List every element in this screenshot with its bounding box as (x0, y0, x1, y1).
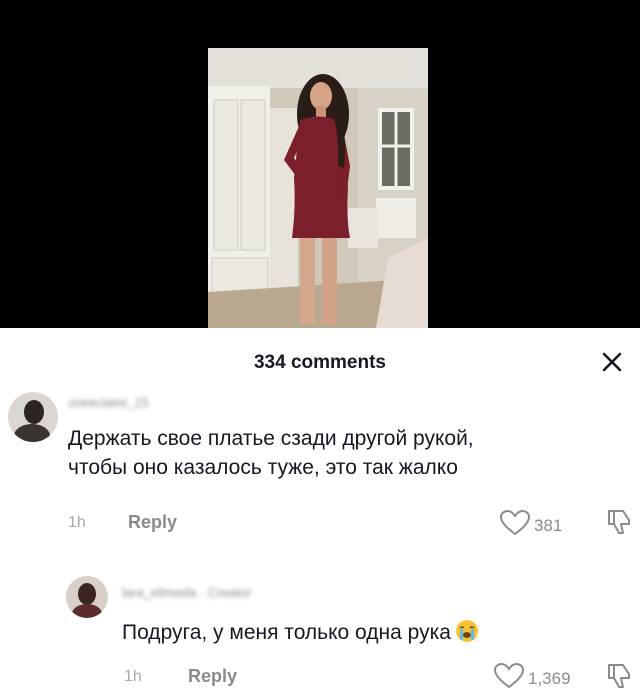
heart-icon (493, 662, 525, 694)
dislike-icon[interactable] (606, 508, 632, 541)
like-count: 381 (534, 515, 563, 535)
video-frame (208, 48, 428, 328)
reply-button[interactable]: Reply (128, 512, 177, 533)
close-icon[interactable] (598, 348, 626, 376)
comment-username[interactable]: zoeeclaire_15 (68, 396, 149, 410)
comments-count-title: 334 comments (253, 352, 386, 373)
like-count: 1,369 (528, 668, 571, 688)
comment-text: Держать свое платье сзади другой рукой, … (68, 424, 474, 482)
comment-text-line: Подруга, у меня только одна рука (122, 621, 451, 644)
avatar[interactable] (66, 576, 108, 618)
comment-text: Подруга, у меня только одна рука (122, 618, 479, 651)
dislike-icon[interactable] (606, 662, 632, 695)
comment-time: 1h (124, 668, 142, 685)
comment-text-line: Держать свое платье сзади другой рукой, (68, 427, 474, 450)
comment-time: 1h (68, 514, 86, 531)
reply-button[interactable]: Reply (188, 666, 237, 687)
loudly-crying-face-icon (455, 619, 479, 651)
heart-icon (499, 509, 531, 541)
comment-text-line: чтобы оно казалось туже, это так жалко (68, 456, 458, 479)
video-player[interactable] (0, 0, 640, 328)
comment-username[interactable]: lara_elimeda · Creator (122, 586, 251, 600)
like-button[interactable]: 1,369 (493, 662, 571, 694)
like-button[interactable]: 381 (499, 509, 563, 541)
comments-panel: 334 comments zoeeclaire_15 Держать свое … (0, 328, 640, 689)
video-still-image (208, 48, 428, 328)
avatar[interactable] (8, 392, 58, 442)
